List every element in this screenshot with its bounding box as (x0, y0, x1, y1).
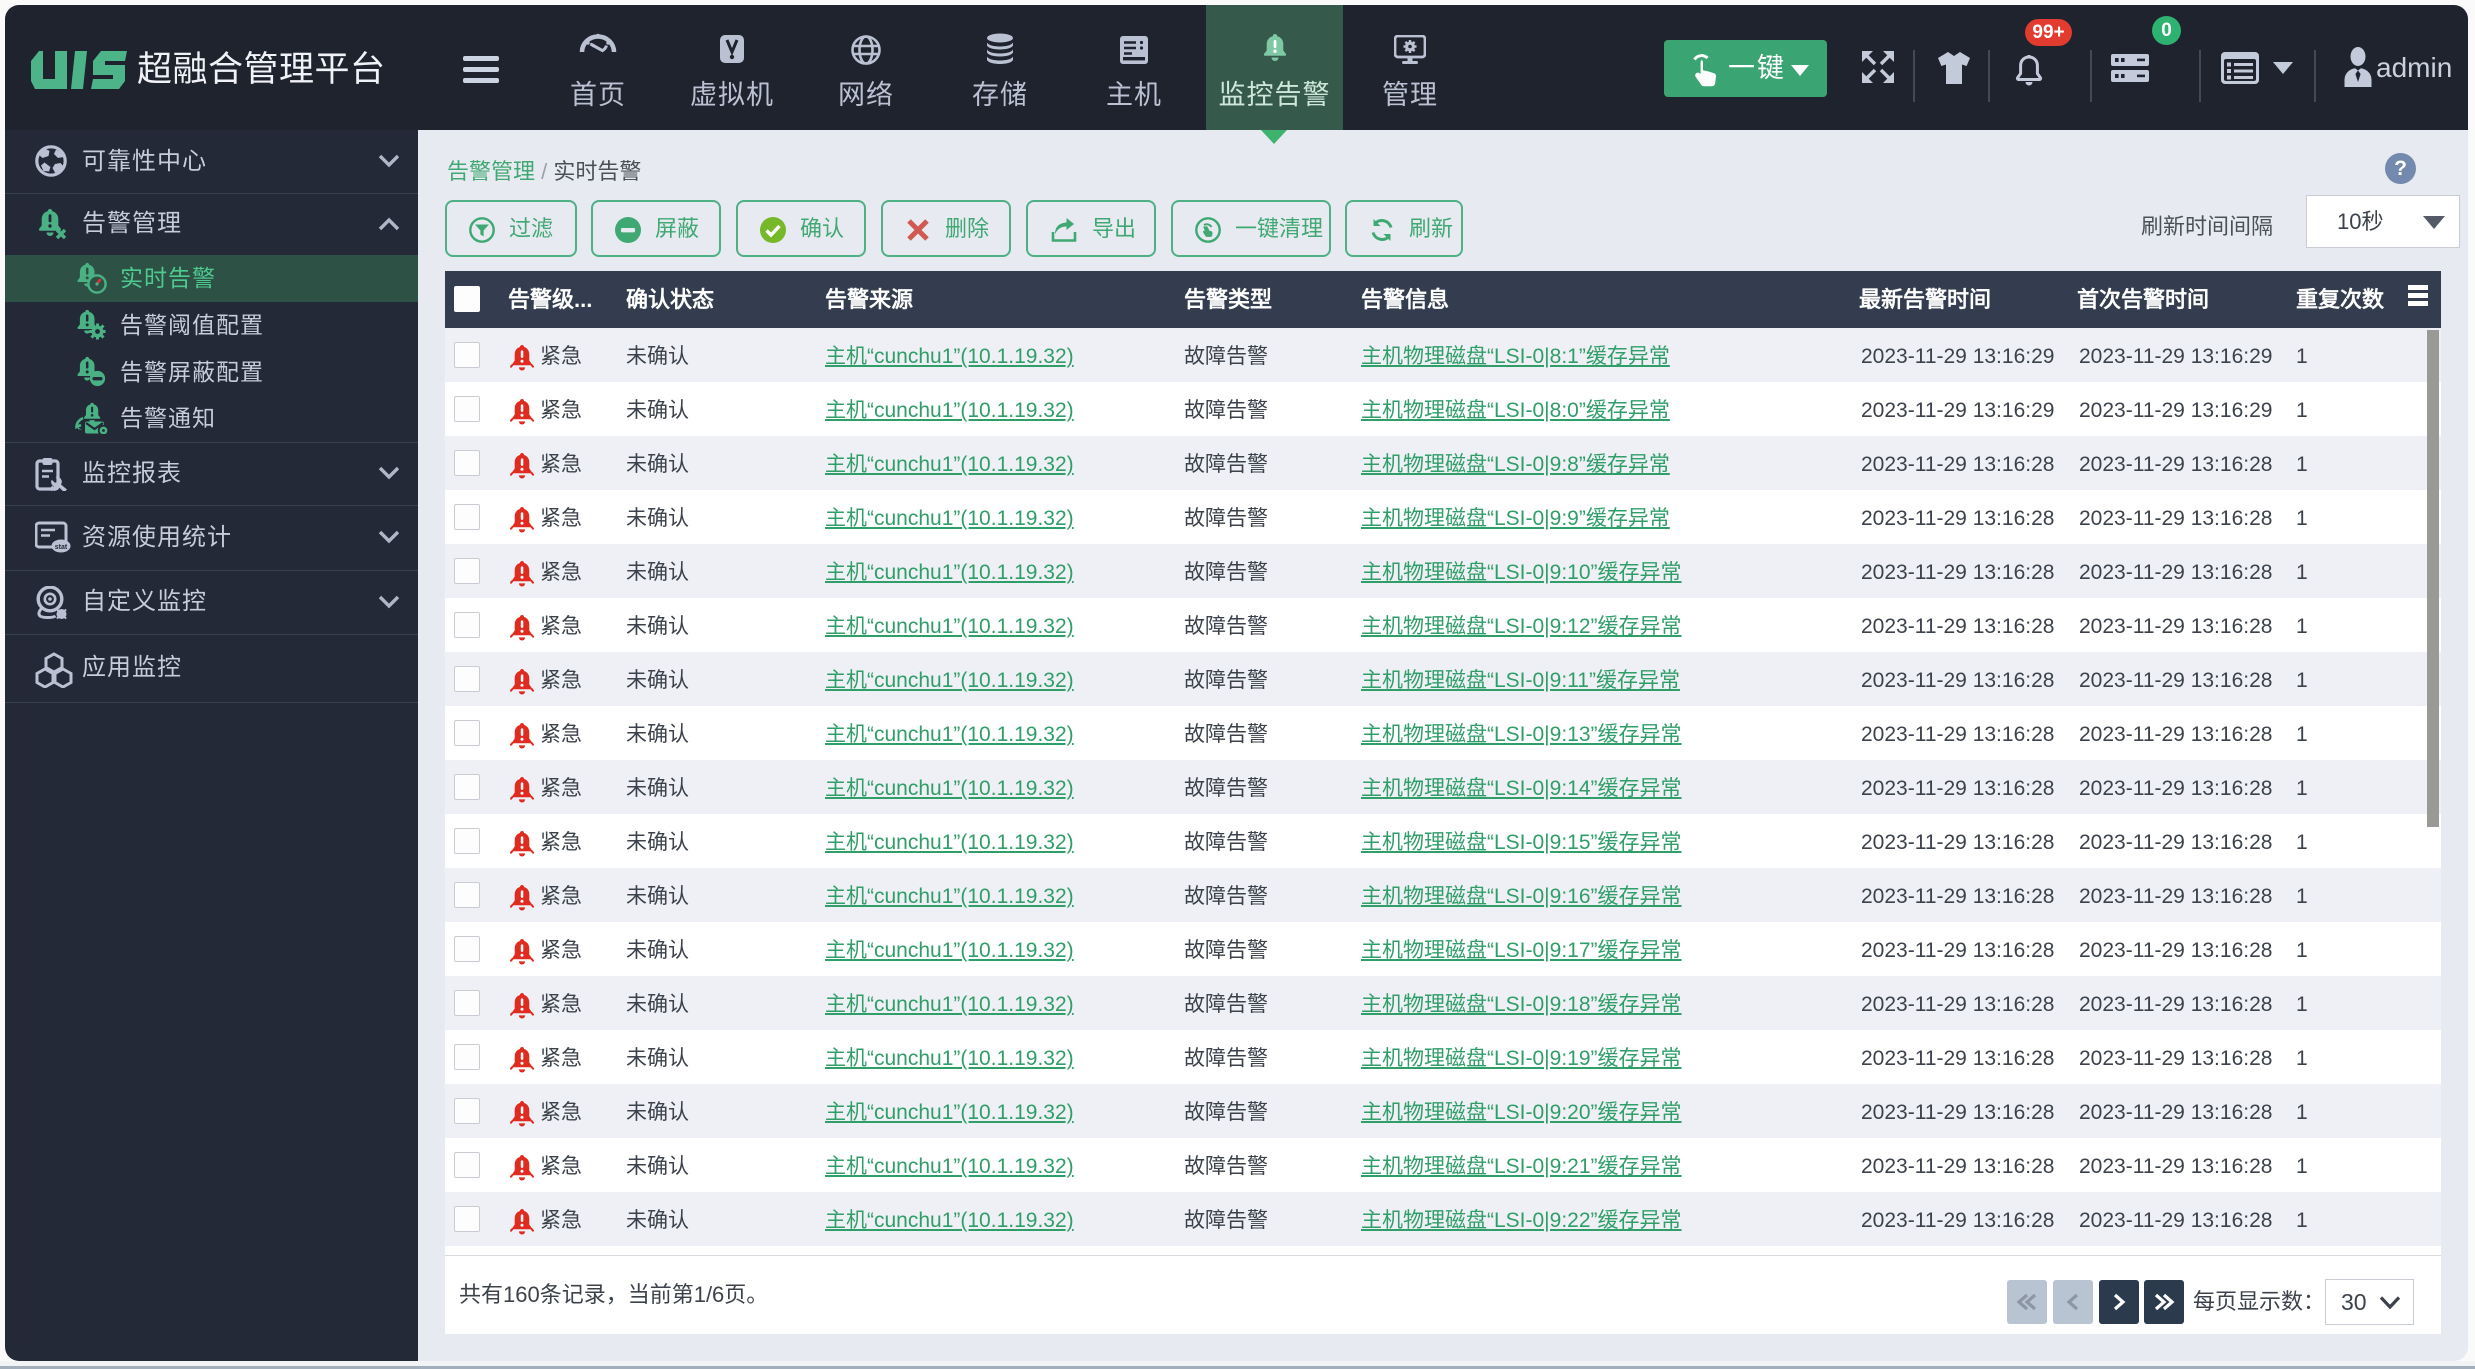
svg-text:stat: stat (55, 544, 68, 551)
